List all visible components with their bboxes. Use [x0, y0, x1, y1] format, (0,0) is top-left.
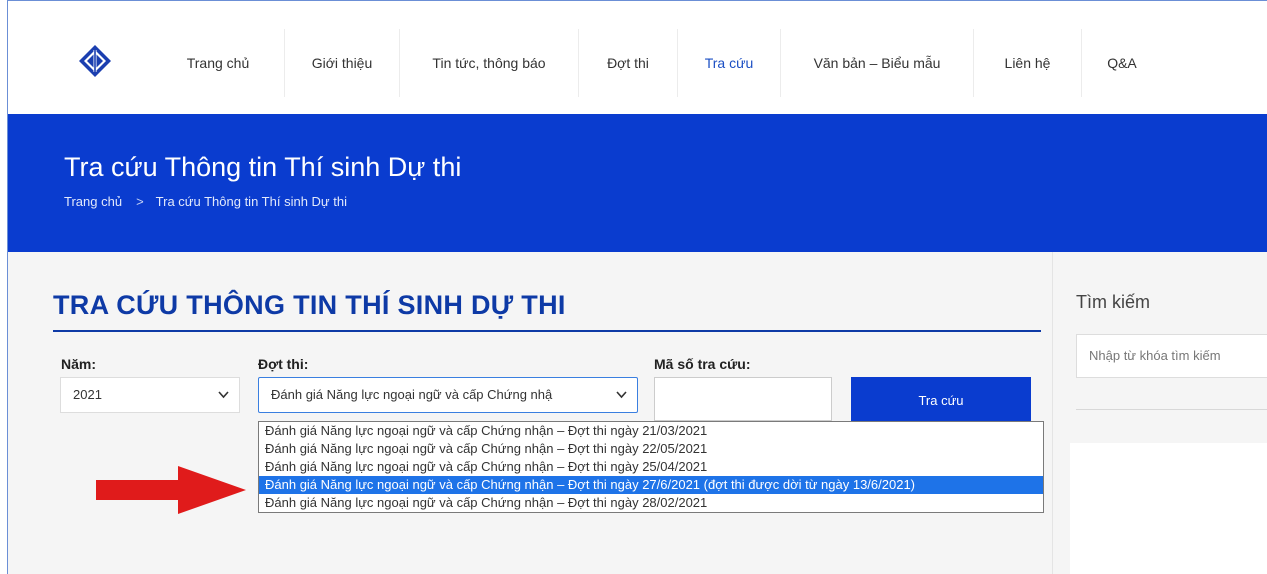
chevron-down-icon — [218, 391, 229, 399]
main-content: TRA CỨU THÔNG TIN THÍ SINH DỰ THI Năm: Đ… — [8, 252, 1267, 574]
nav-item-home[interactable]: Trang chủ — [152, 29, 285, 97]
nav-item-lookup[interactable]: Tra cứu — [678, 29, 781, 97]
dropdown-option-selected[interactable]: Đánh giá Năng lực ngoại ngữ và cấp Chứng… — [259, 476, 1043, 494]
dropdown-option[interactable]: Đánh giá Năng lực ngoại ngữ và cấp Chứng… — [259, 422, 1043, 440]
chevron-down-icon — [616, 391, 627, 399]
section-title: TRA CỨU THÔNG TIN THÍ SINH DỰ THI — [53, 290, 566, 320]
page-title: Tra cứu Thông tin Thí sinh Dự thi — [64, 152, 462, 182]
breadcrumb-separator: > — [136, 194, 144, 209]
sidebar-widget-area — [1070, 443, 1267, 574]
round-label: Đợt thi: — [258, 356, 309, 372]
exam-round-dropdown-list: Đánh giá Năng lực ngoại ngữ và cấp Chứng… — [258, 421, 1044, 513]
dropdown-option[interactable]: Đánh giá Năng lực ngoại ngữ và cấp Chứng… — [259, 440, 1043, 458]
nav-item-news[interactable]: Tin tức, thông báo — [400, 29, 579, 97]
page-banner: Tra cứu Thông tin Thí sinh Dự thi Trang … — [8, 114, 1267, 252]
top-navigation: Trang chủ Giới thiệu Tin tức, thông báo … — [8, 1, 1267, 114]
nav-item-exam-rounds[interactable]: Đợt thi — [579, 29, 678, 97]
dropdown-option[interactable]: Đánh giá Năng lực ngoại ngữ và cấp Chứng… — [259, 458, 1043, 476]
diamond-logo-icon[interactable] — [78, 44, 112, 78]
lookup-button[interactable]: Tra cứu — [851, 377, 1031, 425]
nav-item-documents[interactable]: Văn bản – Biểu mẫu — [781, 29, 974, 97]
year-label: Năm: — [61, 356, 97, 372]
breadcrumb-current: Tra cứu Thông tin Thí sinh Dự thi — [155, 194, 347, 209]
red-arrow-icon — [96, 466, 246, 514]
breadcrumb-home-link[interactable]: Trang chủ — [64, 194, 122, 209]
nav-item-about[interactable]: Giới thiệu — [285, 29, 400, 97]
year-select[interactable]: 2021 — [60, 377, 240, 413]
dropdown-option[interactable]: Đánh giá Năng lực ngoại ngữ và cấp Chứng… — [259, 494, 1043, 512]
code-label: Mã số tra cứu: — [654, 356, 751, 372]
sidebar-search-title: Tìm kiếm — [1076, 292, 1150, 312]
sidebar-search-input[interactable]: Nhập từ khóa tìm kiếm — [1076, 334, 1267, 378]
sidebar-divider — [1052, 252, 1053, 574]
section-title-underline — [53, 330, 1041, 332]
sidebar-separator — [1076, 409, 1267, 410]
nav-item-contact[interactable]: Liên hệ — [974, 29, 1082, 97]
breadcrumb: Trang chủ > Tra cứu Thông tin Thí sinh Dự … — [64, 194, 347, 209]
browser-viewport: Trang chủ Giới thiệu Tin tức, thông báo … — [7, 0, 1267, 574]
lookup-code-input[interactable] — [654, 377, 832, 421]
exam-round-select-value: Đánh giá Năng lực ngoại ngữ và cấp Chứng… — [271, 387, 553, 402]
nav-item-qa[interactable]: Q&A — [1082, 29, 1162, 97]
exam-round-select[interactable]: Đánh giá Năng lực ngoại ngữ và cấp Chứng… — [258, 377, 638, 413]
year-select-value: 2021 — [73, 387, 102, 402]
